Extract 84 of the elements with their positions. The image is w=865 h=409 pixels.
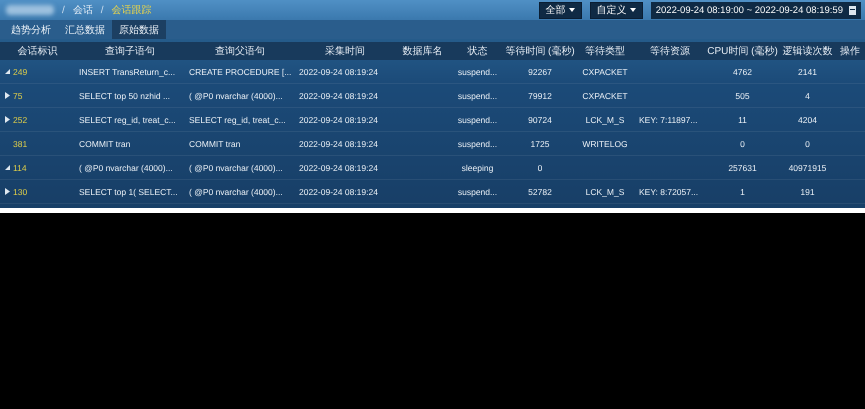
table-cell-text: 4204 [797, 114, 818, 124]
table-cell-text: COMMIT tran [78, 138, 132, 148]
table-cell-text: SELECT reg_id, treat_c... [78, 114, 177, 124]
table-cell-text: 2022-09-24 08:19:24 [298, 162, 379, 172]
blurred-breadcrumb-item [6, 5, 54, 15]
table-cell-text: 0 [739, 138, 746, 148]
tab[interactable]: 汇总数据 [58, 20, 112, 39]
table-cell-text: LCK_M_S [584, 114, 626, 124]
session-id: 114 [13, 162, 27, 172]
table-cell-text: 11 [737, 114, 748, 124]
breadcrumb-separator: / [100, 4, 104, 16]
column-header: 状态 [466, 44, 488, 58]
table-cell-text: 90724 [527, 114, 553, 124]
table-cell-text: 0 [536, 162, 544, 172]
column-header: 会话标识 [16, 44, 58, 58]
table-cell-text: CXPACKET [581, 90, 629, 100]
table-cell-text: 2022-09-24 08:19:24 [298, 186, 379, 196]
caret-icon [568, 8, 575, 12]
table-cell-text: suspend... [456, 138, 498, 148]
table-cell-text: 4762 [732, 66, 753, 76]
table-cell-text: SELECT reg_id, treat_c... [188, 114, 287, 124]
column-header: 等待资源 [649, 44, 691, 58]
column-header: 查询父语句 [214, 44, 266, 58]
column-header: 数据库名 [402, 44, 444, 58]
table-cell-text: suspend... [456, 186, 498, 196]
collapsed-triangle-icon[interactable] [5, 92, 10, 99]
date-range-field[interactable]: 2022-09-24 08:19:00 ~ 2022-09-24 08:19:59 [650, 2, 861, 18]
session-id: 381 [13, 138, 28, 148]
column-header: CPU时间 (毫秒) [706, 44, 779, 58]
column-header: 查询子语句 [104, 44, 156, 58]
table-cell-text: ( @P0 nvarchar (4000)... [188, 90, 284, 100]
session-id: 249 [13, 66, 28, 76]
table-cell-text: 0 [804, 138, 811, 148]
range-mode-dropdown[interactable]: 自定义 [590, 2, 643, 18]
expanded-triangle-icon[interactable] [5, 69, 10, 74]
calendar-icon[interactable] [849, 6, 856, 14]
column-header: 逻辑读次数 [782, 44, 834, 58]
table-cell-text: 52782 [527, 186, 553, 196]
session-id: 130 [13, 186, 28, 196]
tab[interactable]: 原始数据 [112, 20, 166, 39]
column-header: 操作 [839, 45, 861, 58]
table-cell-text: suspend... [456, 66, 498, 76]
caret-icon [630, 8, 636, 12]
table-cell-text: 2022-09-24 08:19:24 [298, 114, 379, 124]
tab[interactable]: 趋势分析 [4, 20, 58, 39]
table-cell-text: suspend... [456, 114, 498, 124]
session-id: 252 [13, 114, 28, 124]
table-cell-text: COMMIT tran [188, 138, 242, 148]
table-cell-text: ( @P0 nvarchar (4000)... [188, 162, 284, 172]
table-cell-text: 2022-09-24 08:19:24 [298, 66, 379, 76]
table-cell-text: CXPACKET [581, 66, 629, 76]
expanded-triangle-icon[interactable] [5, 165, 10, 170]
table-cell-text: KEY: 8:72057... [638, 186, 700, 196]
table-cell-text: ( @P0 nvarchar (4000)... [188, 186, 284, 196]
column-header: 采集时间 [324, 44, 366, 58]
collapsed-triangle-icon[interactable] [5, 188, 10, 195]
table-cell-text: 1725 [530, 138, 550, 148]
table-cell-text: WRITELOG [581, 138, 629, 148]
table-cell-text: 40971915 [788, 162, 828, 172]
table-cell-text: 2141 [797, 66, 818, 76]
table-cell-text: SELECT top 50 nzhid ... [78, 90, 172, 100]
collapsed-triangle-icon[interactable] [5, 116, 10, 123]
table-cell-text: ( @P0 nvarchar (4000)... [78, 162, 174, 172]
column-header: 等待时间 (毫秒) [505, 44, 575, 58]
table-cell-text: 191 [799, 186, 816, 196]
table-cell-text: 505 [734, 90, 751, 100]
breadcrumb-separator: / [62, 4, 65, 16]
table-cell-text: 257631 [727, 162, 758, 172]
table-cell-text: 2022-09-24 08:19:24 [298, 90, 379, 100]
table-cell-text: 1 [739, 186, 746, 196]
table-cell-text: CREATE PROCEDURE [... [188, 66, 292, 76]
table-cell-text: 4 [804, 90, 811, 100]
table-cell-text: LCK_M_S [584, 186, 626, 196]
table-cell-text: 79912 [527, 90, 553, 100]
session-id: 75 [13, 90, 22, 100]
table-cell-text: sleeping [460, 162, 494, 172]
scope-dropdown[interactable]: 全部 [538, 2, 582, 18]
table-cell-text: SELECT top 1( SELECT... [78, 186, 179, 196]
table-cell-text: 2022-09-24 08:19:24 [298, 138, 379, 148]
table-cell-text: KEY: 7:11897... [638, 114, 698, 124]
table-cell-text: 92267 [527, 66, 553, 76]
table-cell-text: INSERT TransReturn_c... [78, 66, 176, 76]
column-header: 等待类型 [584, 44, 626, 58]
table-cell-text: suspend... [456, 90, 498, 100]
